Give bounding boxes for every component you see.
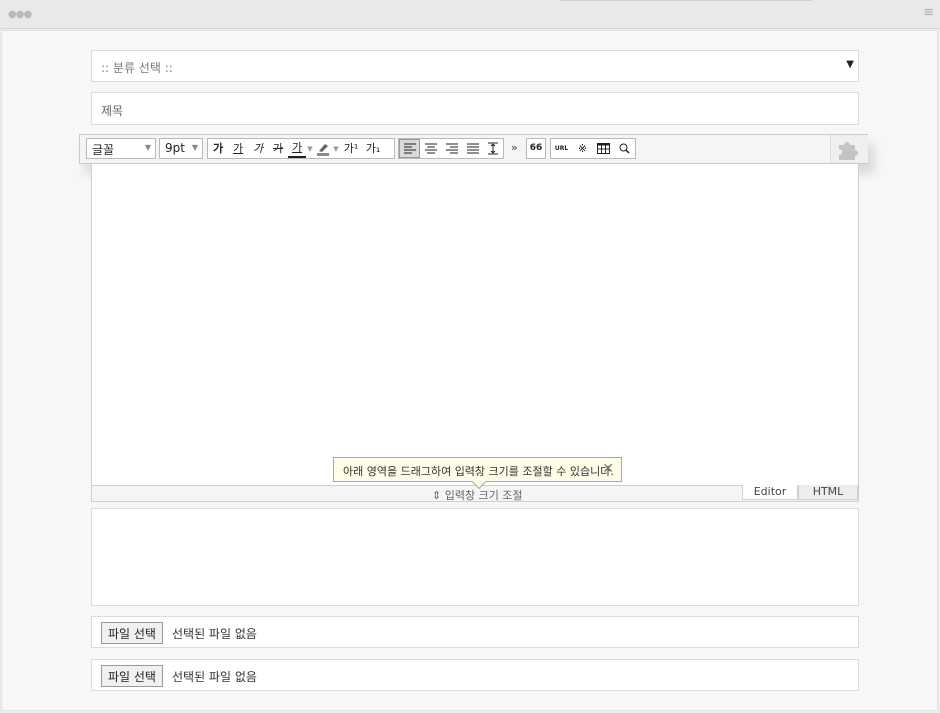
category-select-label: :: 분류 선택 :: (101, 61, 173, 75)
file-select-button[interactable]: 파일 선택 (101, 622, 163, 644)
tab-editor[interactable]: Editor (742, 485, 798, 500)
font-size-value: 9pt (165, 141, 185, 155)
title-placeholder: 제목 (101, 104, 124, 118)
editor-resize-handle[interactable]: ⇕ 입력창 크기 조절 Editor HTML (91, 485, 859, 502)
file-upload-1: 파일 선택 선택된 파일 없음 (91, 616, 859, 648)
editor-toolbar: 글꼴 ▼ 9pt ▼ 가 가 가 가 가 ▼ ▼ 가¹ 가₁ » 66 URL … (79, 134, 868, 164)
editor-content-area[interactable] (91, 164, 859, 486)
chevron-down-icon[interactable]: ▼ (306, 139, 314, 158)
italic-button[interactable]: 가 (248, 139, 268, 158)
close-icon[interactable]: ✕ (602, 461, 614, 477)
file-select-button[interactable]: 파일 선택 (101, 665, 163, 687)
bold-button[interactable]: 가 (208, 139, 228, 158)
superscript-button[interactable]: 가¹ (340, 139, 362, 158)
align-right-icon (445, 143, 458, 154)
align-right-button[interactable] (441, 139, 462, 158)
font-size-select[interactable]: 9pt ▼ (159, 138, 203, 159)
table-button[interactable] (593, 139, 614, 158)
subscript-button[interactable]: 가₁ (362, 139, 384, 158)
underline-button[interactable]: 가 (228, 139, 248, 158)
align-justify-button[interactable] (462, 139, 483, 158)
chevron-down-icon[interactable]: ▼ (332, 139, 340, 158)
align-center-button[interactable] (420, 139, 441, 158)
font-family-select[interactable]: 글꼴 ▼ (86, 138, 156, 159)
dropdown-arrow-icon: ▼ (846, 59, 854, 70)
file-status: 선택된 파일 없음 (172, 670, 257, 684)
align-left-icon (403, 143, 416, 154)
blockquote-button[interactable]: 66 (527, 139, 545, 158)
highlight-pen-icon (317, 143, 329, 156)
resize-tooltip: 아래 영역을 드래그하여 입력창 크기를 조절할 수 있습니다. ✕ (333, 457, 622, 490)
resize-label: ⇕ 입력창 크기 조절 (432, 489, 523, 502)
secondary-textarea[interactable] (91, 508, 859, 606)
chevron-down-icon: ▼ (191, 143, 198, 152)
hamburger-icon[interactable]: ≡ (923, 5, 934, 20)
font-family-value: 글꼴 (92, 143, 115, 157)
puzzle-icon (839, 142, 858, 160)
text-format-group: 가 가 가 가 가 ▼ ▼ 가¹ 가₁ (207, 138, 395, 159)
quote-group: 66 (526, 138, 546, 159)
window-dots-icon: ●●● (8, 9, 32, 20)
line-height-icon (488, 142, 498, 155)
window-titlebar: ●●● ≡ (0, 0, 940, 29)
align-justify-icon (466, 143, 479, 154)
chevron-down-icon: ▼ (144, 143, 151, 152)
align-group (398, 138, 504, 159)
category-select[interactable]: :: 분류 선택 :: ▼ (91, 50, 859, 82)
special-char-button[interactable]: ※ (572, 139, 593, 158)
file-upload-2: 파일 선택 선택된 파일 없음 (91, 659, 859, 691)
file-status: 선택된 파일 없음 (172, 627, 257, 641)
font-color-button[interactable]: 가 (288, 139, 306, 158)
more-options-button[interactable]: » (511, 141, 518, 154)
tab-html[interactable]: HTML (798, 485, 858, 500)
find-button[interactable] (614, 139, 635, 158)
table-icon (597, 143, 610, 154)
align-left-button[interactable] (399, 139, 420, 158)
plugin-button[interactable] (830, 135, 868, 163)
title-input[interactable]: 제목 (91, 92, 859, 125)
insert-group: URL ※ (550, 138, 636, 159)
titlebar-divider (560, 0, 812, 1)
link-button[interactable]: URL (551, 139, 572, 158)
highlight-color-button[interactable] (314, 139, 332, 158)
align-center-icon (424, 143, 437, 154)
magnifier-icon (619, 143, 630, 154)
line-height-button[interactable] (483, 139, 503, 158)
strikethrough-button[interactable]: 가 (268, 139, 288, 158)
